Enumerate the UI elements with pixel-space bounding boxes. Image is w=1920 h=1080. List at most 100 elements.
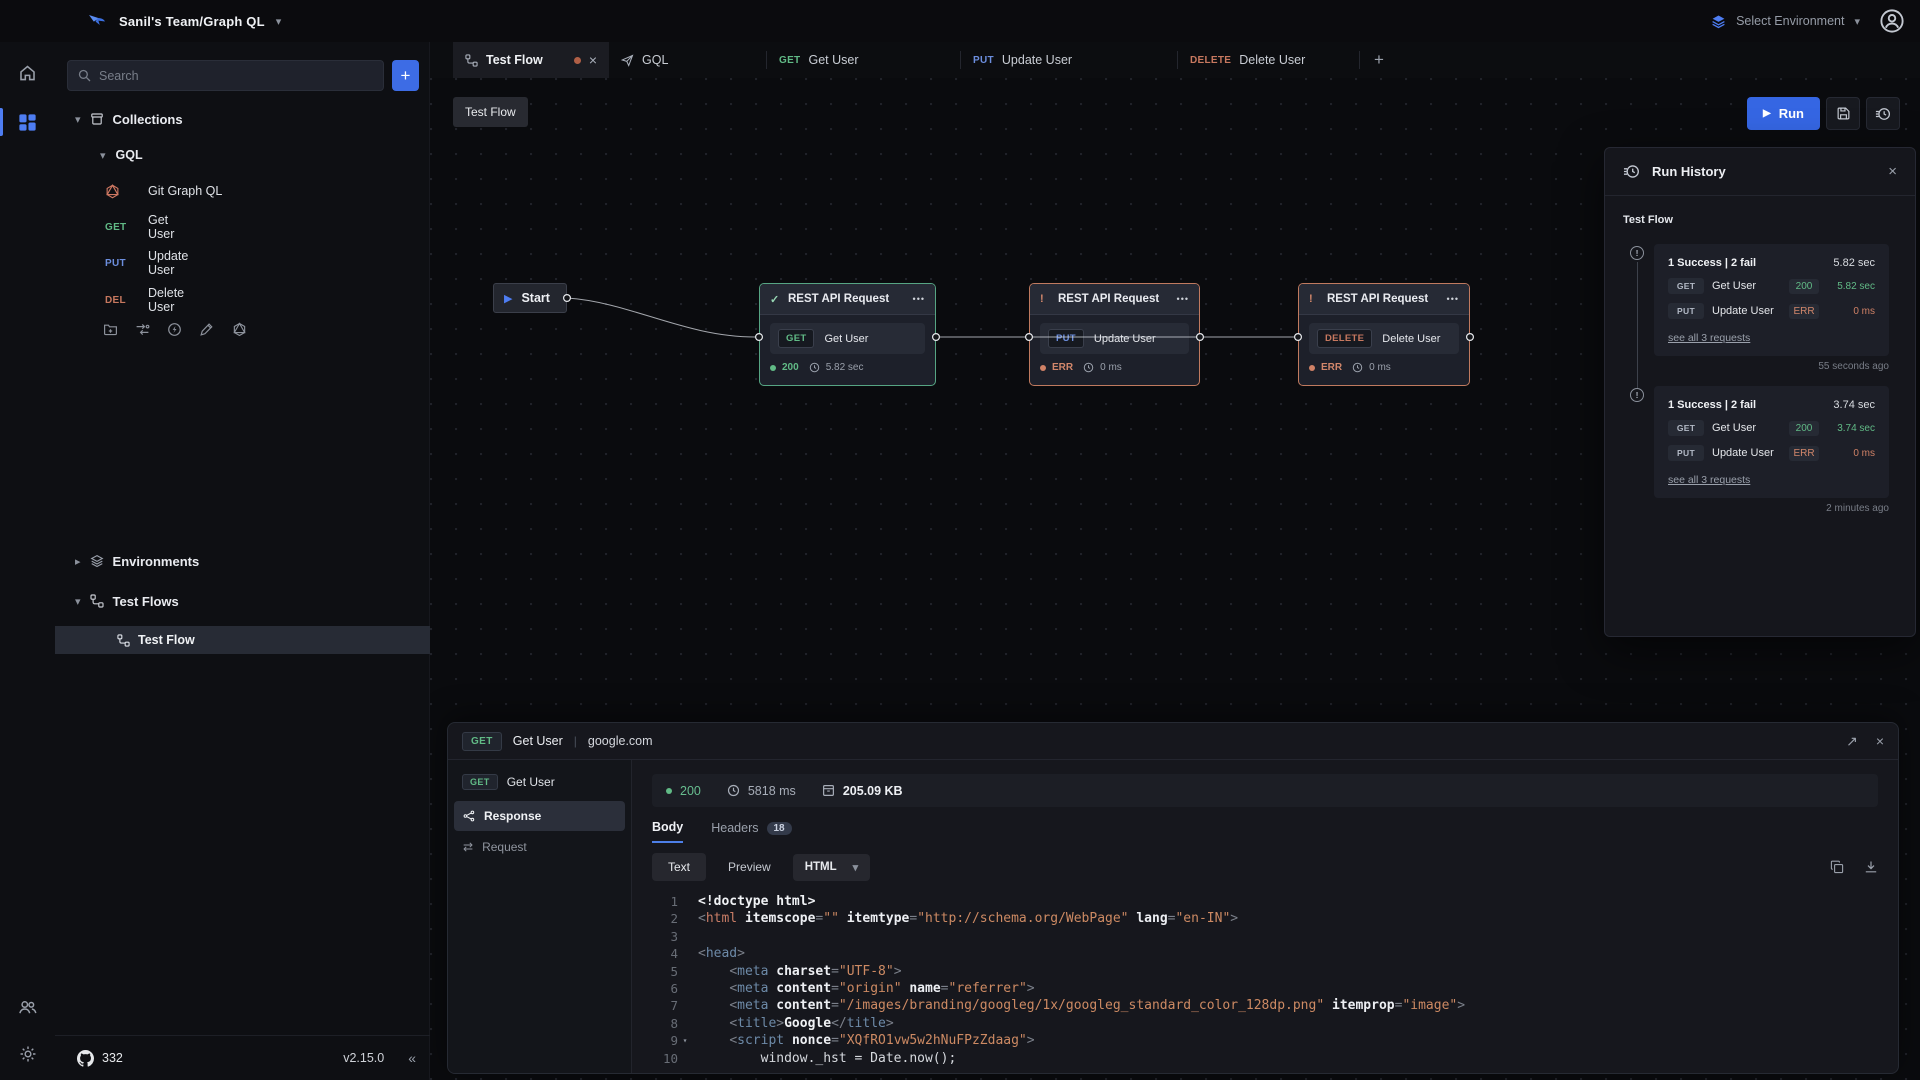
bolt-circle-icon[interactable]	[167, 322, 183, 338]
collections-grid-icon[interactable]	[0, 102, 55, 142]
close-icon[interactable]: ×	[1876, 733, 1884, 750]
node-menu-button[interactable]: •••	[1177, 294, 1189, 304]
edit-pen-icon[interactable]	[199, 322, 215, 338]
panel-request-item[interactable]: GET Get User	[448, 770, 631, 800]
history-clock-icon	[1623, 163, 1640, 180]
node-menu-button[interactable]: •••	[913, 294, 925, 304]
method-label: DELETE	[1190, 55, 1231, 66]
timeline-bang-icon: !	[1630, 246, 1644, 260]
request-item-delete-user[interactable]: DEL Delete User	[105, 286, 126, 314]
tab-headers[interactable]: Headers 18	[711, 821, 791, 842]
response-time: 5818 ms	[748, 784, 796, 798]
tab-delete-user[interactable]: DELETE Delete User	[1178, 42, 1360, 78]
flow-canvas[interactable]: Test Flow ▶ Run ▶ Start	[430, 78, 1920, 1080]
sidebar-section-environments[interactable]: ▸ Environments	[75, 548, 199, 574]
copy-icon[interactable]	[1830, 860, 1844, 874]
request-item-git-graph-ql[interactable]: Git Graph QL	[105, 177, 222, 205]
tab-test-flow[interactable]: Test Flow ×	[453, 42, 609, 78]
close-icon[interactable]: ×	[1888, 163, 1897, 180]
expand-icon[interactable]: ↗	[1846, 733, 1858, 750]
status-code-badge: 200	[1789, 421, 1819, 436]
nav-item-request[interactable]: ⇄ Request	[454, 832, 625, 862]
status-code: ERR	[1052, 362, 1073, 373]
collapse-sidebar-button[interactable]: «	[408, 1050, 416, 1066]
user-avatar[interactable]	[1880, 9, 1904, 33]
tab-label: Test Flow	[486, 53, 543, 67]
chevron-down-icon: ▾	[75, 113, 81, 126]
code-line: 3	[652, 928, 1878, 945]
layers-icon	[90, 554, 104, 568]
run-history-button[interactable]	[1866, 97, 1900, 130]
duration-label: 0 ms	[1369, 362, 1391, 373]
search-icon	[78, 69, 91, 82]
close-icon[interactable]: ×	[589, 52, 597, 68]
new-folder-icon[interactable]	[103, 322, 119, 338]
sidebar-section-collections[interactable]: ▾ Collections	[75, 106, 183, 132]
github-icon[interactable]	[77, 1050, 94, 1067]
run-sequence-icon[interactable]	[135, 322, 151, 338]
code-line: 2<html itemscope="" itemtype="http://sch…	[652, 910, 1878, 927]
flow-node-get-user[interactable]: ✓ REST API Request ••• GET Get User 200	[759, 283, 936, 386]
gear-icon[interactable]	[0, 1034, 55, 1074]
node-request-chip[interactable]: GET Get User	[770, 323, 925, 354]
code-area[interactable]: 1<!doctype html>2<html itemscope="" item…	[652, 893, 1878, 1067]
sidebar: + ▾ Collections ▾ GQL Git Graph QL GET G…	[55, 42, 430, 1080]
sidebar-section-test-flows[interactable]: ▾ Test Flows	[75, 588, 179, 614]
search-box	[67, 60, 384, 91]
format-dropdown[interactable]: HTML ▾	[793, 854, 870, 881]
request-time: 0 ms	[1827, 448, 1875, 459]
see-all-requests-link[interactable]: see all 3 requests	[1668, 474, 1750, 486]
code-line: 8 <title>Google</title>	[652, 1015, 1878, 1032]
tab-get-user[interactable]: GET Get User	[767, 42, 961, 78]
flow-title-chip: Test Flow	[453, 97, 528, 127]
github-stars: 332	[102, 1051, 123, 1065]
start-node[interactable]: ▶ Start	[493, 283, 567, 313]
test-flow-name: Test Flow	[138, 633, 195, 647]
fold-spacer	[678, 1015, 692, 1032]
add-button[interactable]: +	[392, 60, 419, 91]
environment-label: Select Environment	[1736, 14, 1844, 28]
tab-update-user[interactable]: PUT Update User	[961, 42, 1178, 78]
swap-icon: ⇄	[463, 840, 473, 854]
workspace-switcher[interactable]: Sanil's Team/Graph QL ▾	[86, 0, 281, 42]
divider: |	[574, 734, 577, 748]
code-line: 9▾ <script nonce="XQfRO1vw5w2hNuFPzZdaag…	[652, 1032, 1878, 1049]
method-badge: GET	[462, 732, 502, 751]
status-code: 200	[680, 784, 701, 798]
collection-gql[interactable]: ▾ GQL	[100, 143, 143, 167]
node-menu-button[interactable]: •••	[1447, 294, 1459, 304]
graphql-settings-icon[interactable]	[232, 322, 248, 338]
home-icon[interactable]	[0, 52, 55, 92]
clock-icon	[1083, 362, 1094, 373]
request-item-update-user[interactable]: PUT Update User	[105, 249, 126, 277]
tab-body[interactable]: Body	[652, 820, 683, 843]
code-line: 1<!doctype html>	[652, 893, 1878, 910]
flow-icon	[117, 634, 130, 647]
method-badge: DELETE	[1317, 329, 1372, 348]
node-request-chip[interactable]: PUT Update User	[1040, 323, 1189, 354]
people-icon[interactable]	[0, 987, 55, 1027]
download-icon[interactable]	[1864, 860, 1878, 874]
text-view-button[interactable]: Text	[652, 853, 706, 881]
environment-selector[interactable]: Select Environment ▾	[1711, 0, 1860, 42]
new-tab-button[interactable]: +	[1360, 42, 1398, 78]
node-request-chip[interactable]: DELETE Delete User	[1309, 323, 1459, 354]
flow-node-update-user[interactable]: ! REST API Request ••• PUT Update User E…	[1029, 283, 1200, 386]
collection-name: GQL	[116, 148, 143, 162]
sidebar-item-test-flow[interactable]: Test Flow	[55, 626, 430, 654]
method-label: GET	[779, 55, 800, 66]
tab-bar: Test Flow × GQL GET Get User PUT Update …	[430, 42, 1920, 78]
tab-gql[interactable]: GQL	[609, 42, 767, 78]
flow-node-delete-user[interactable]: ! REST API Request ••• DELETE Delete Use…	[1298, 283, 1470, 386]
fold-icon[interactable]: ▾	[678, 1032, 692, 1049]
nav-item-response[interactable]: Response	[454, 801, 625, 831]
fold-spacer	[678, 893, 692, 910]
preview-view-button[interactable]: Preview	[728, 860, 771, 874]
search-input[interactable]	[99, 69, 373, 83]
sidebar-footer: 332 v2.15.0 «	[55, 1035, 430, 1080]
save-button[interactable]	[1826, 97, 1860, 130]
history-flow-name: Test Flow	[1605, 196, 1915, 226]
request-item-get-user[interactable]: GET Get User	[105, 213, 126, 241]
see-all-requests-link[interactable]: see all 3 requests	[1668, 332, 1750, 344]
run-button[interactable]: ▶ Run	[1747, 97, 1820, 130]
